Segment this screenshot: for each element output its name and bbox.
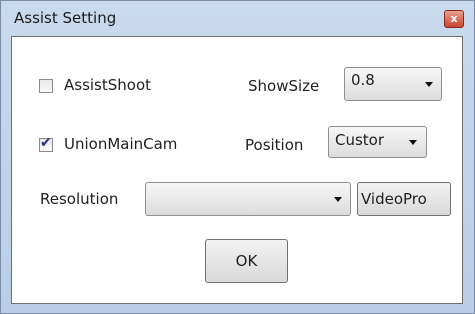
position-value: Custor — [335, 131, 385, 149]
assist-shoot-label[interactable]: AssistShoot — [64, 76, 151, 94]
close-button[interactable]: x — [444, 10, 464, 28]
ok-button[interactable]: OK — [205, 239, 288, 283]
chevron-down-icon — [409, 140, 417, 145]
union-main-cam-checkbox[interactable] — [39, 135, 53, 152]
resolution-label: Resolution — [40, 190, 119, 208]
video-prop-button[interactable]: VideoPro — [357, 182, 451, 216]
chevron-down-icon — [334, 197, 342, 202]
show-size-value: 0.8 — [351, 71, 375, 89]
assist-shoot-checkbox[interactable] — [39, 79, 53, 93]
dialog-window: Assist Setting x AssistShoot ShowSize 0.… — [0, 0, 475, 314]
union-main-cam-label[interactable]: UnionMainCam — [64, 135, 177, 153]
position-label: Position — [245, 136, 304, 154]
show-size-label: ShowSize — [248, 77, 320, 95]
show-size-dropdown[interactable]: 0.8 — [344, 67, 442, 101]
dialog-content: AssistShoot ShowSize 0.8 UnionMainCam Po… — [11, 36, 463, 304]
close-icon: x — [450, 12, 458, 25]
title-bar[interactable]: Assist Setting x — [1, 1, 474, 35]
position-dropdown[interactable]: Custor — [328, 126, 427, 158]
ok-label: OK — [235, 252, 258, 270]
video-prop-label: VideoPro — [361, 190, 427, 208]
resolution-dropdown[interactable] — [145, 182, 351, 216]
chevron-down-icon — [425, 82, 433, 87]
window-title: Assist Setting — [14, 9, 117, 27]
